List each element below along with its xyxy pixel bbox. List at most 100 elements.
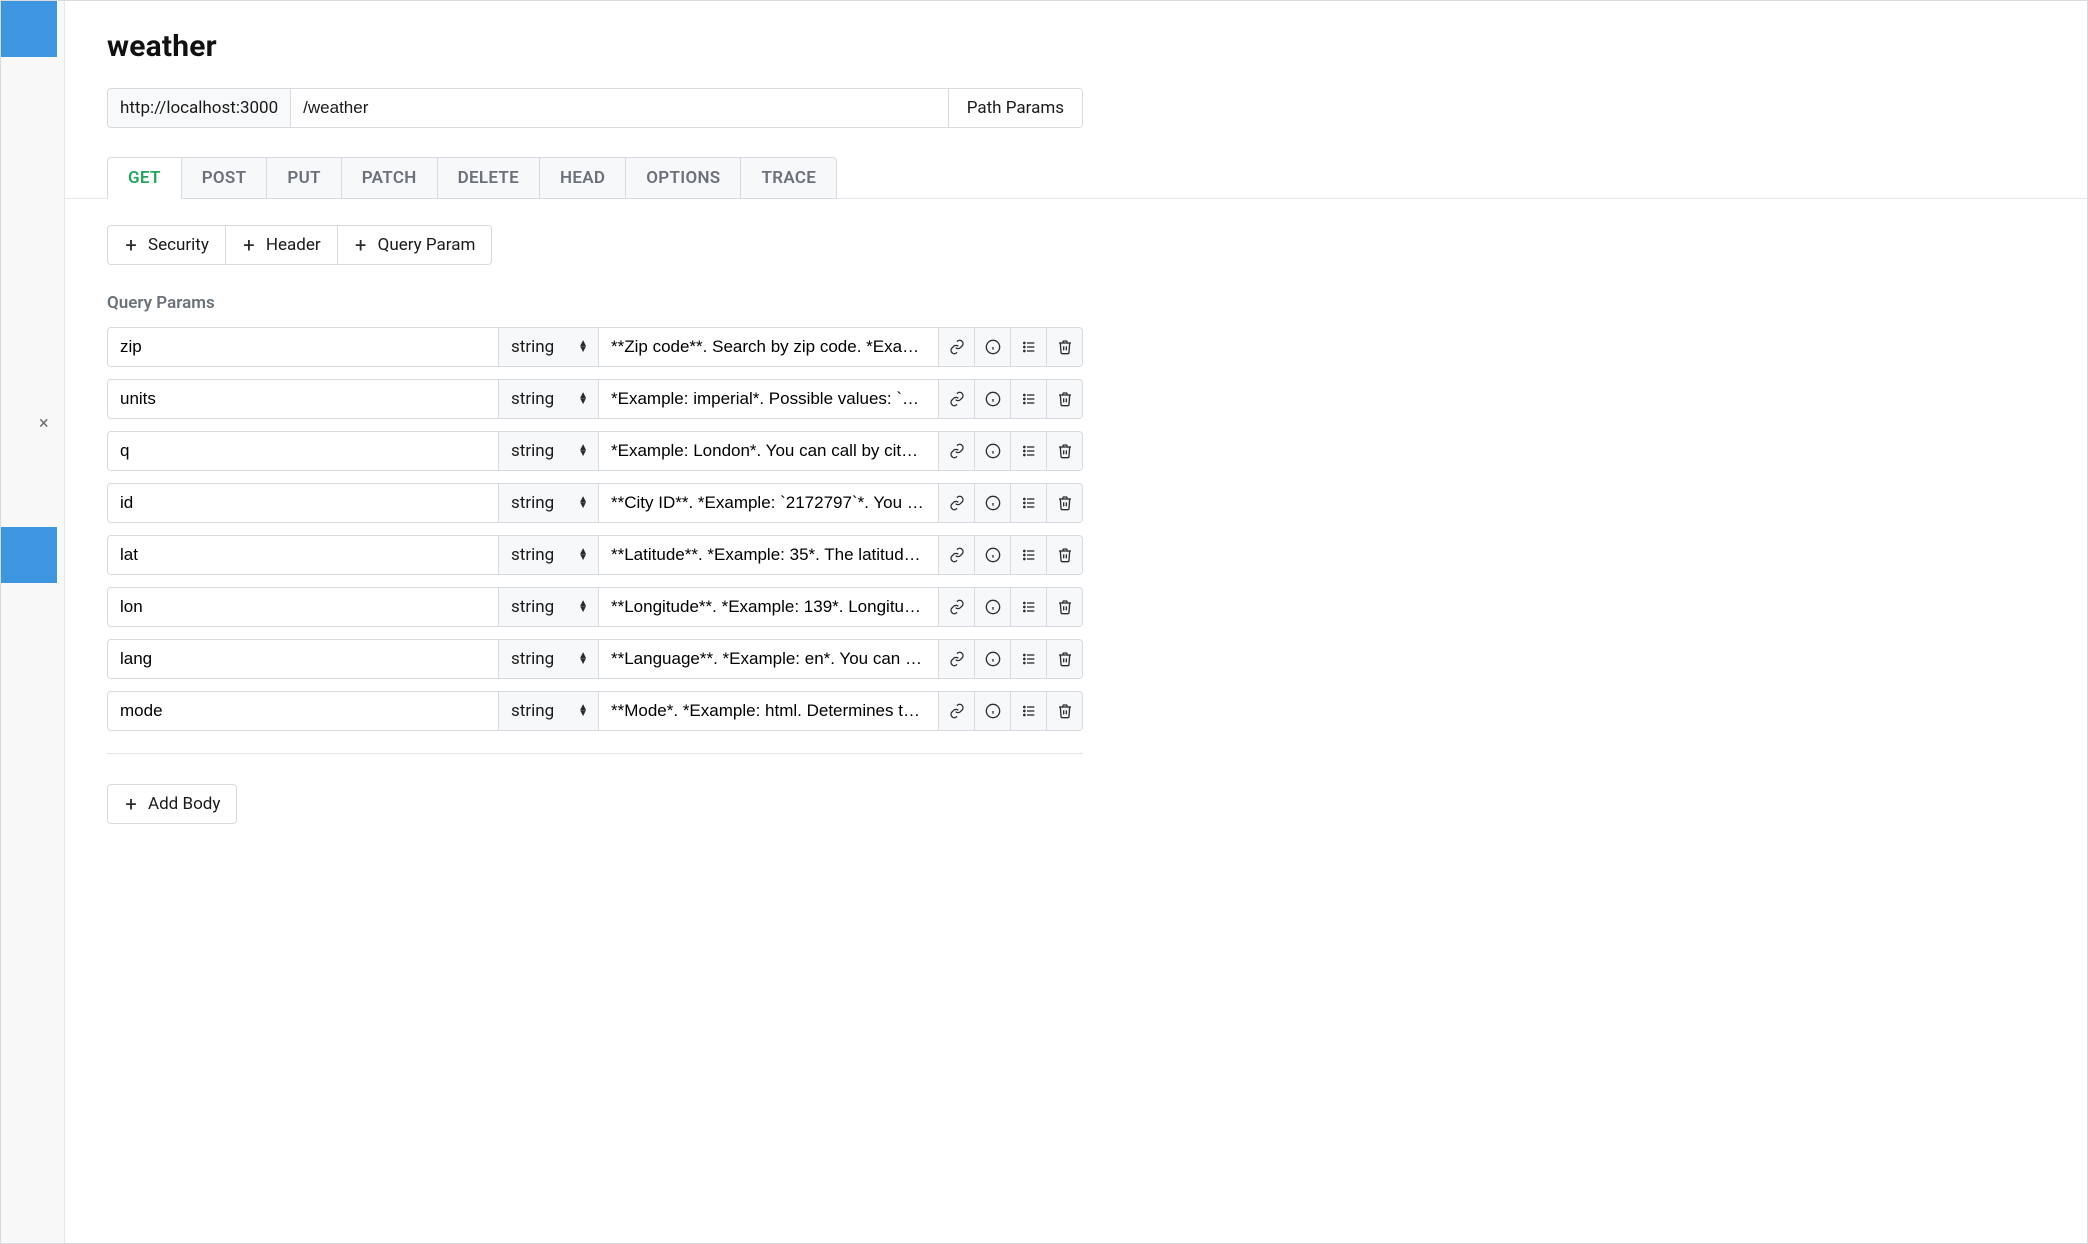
sort-icon: ▲▼ <box>578 653 588 665</box>
link-icon[interactable] <box>939 639 975 679</box>
method-tab-post[interactable]: POST <box>182 157 268 199</box>
link-icon[interactable] <box>939 535 975 575</box>
sort-icon: ▲▼ <box>578 705 588 717</box>
trash-icon[interactable] <box>1047 379 1083 419</box>
trash-icon[interactable] <box>1047 691 1083 731</box>
param-name-input[interactable] <box>107 639 499 679</box>
trash-icon[interactable] <box>1047 587 1083 627</box>
link-icon[interactable] <box>939 691 975 731</box>
rail-item-top[interactable] <box>1 1 57 57</box>
info-icon[interactable] <box>975 639 1011 679</box>
link-icon[interactable] <box>939 431 975 471</box>
param-type-select[interactable]: string▲▼ <box>499 587 599 627</box>
param-row: string▲▼ <box>107 535 1083 575</box>
param-type-select[interactable]: string▲▼ <box>499 327 599 367</box>
param-type-select[interactable]: string▲▼ <box>499 431 599 471</box>
link-icon[interactable] <box>939 587 975 627</box>
method-tab-trace[interactable]: TRACE <box>741 157 837 199</box>
method-tab-patch[interactable]: PATCH <box>342 157 438 199</box>
close-icon[interactable]: × <box>39 413 49 434</box>
path-params-button[interactable]: Path Params <box>948 88 1083 128</box>
param-desc-input[interactable] <box>599 483 939 523</box>
plus-icon: + <box>124 233 138 257</box>
query-params-list: string▲▼ string▲▼ string▲▼ string▲▼ string▲▼… <box>107 327 1083 731</box>
list-icon[interactable] <box>1011 431 1047 471</box>
param-desc-input[interactable] <box>599 379 939 419</box>
sort-icon: ▲▼ <box>578 445 588 457</box>
link-icon[interactable] <box>939 379 975 419</box>
list-icon[interactable] <box>1011 587 1047 627</box>
plus-icon: + <box>242 233 256 257</box>
param-row: string▲▼ <box>107 431 1083 471</box>
param-name-input[interactable] <box>107 691 499 731</box>
trash-icon[interactable] <box>1047 483 1083 523</box>
param-desc-input[interactable] <box>599 639 939 679</box>
param-desc-input[interactable] <box>599 691 939 731</box>
info-icon[interactable] <box>975 691 1011 731</box>
info-icon[interactable] <box>975 431 1011 471</box>
info-icon[interactable] <box>975 379 1011 419</box>
param-name-input[interactable] <box>107 431 499 471</box>
method-tabs: GETPOSTPUTPATCHDELETEHEADOPTIONSTRACE <box>65 157 1125 199</box>
sort-icon: ▲▼ <box>578 393 588 405</box>
param-desc-input[interactable] <box>599 535 939 575</box>
content-area: + Security + Header + Query Param Query … <box>65 199 1125 1243</box>
link-icon[interactable] <box>939 483 975 523</box>
sort-icon: ▲▼ <box>578 341 588 353</box>
list-icon[interactable] <box>1011 535 1047 575</box>
param-row: string▲▼ <box>107 691 1083 731</box>
list-icon[interactable] <box>1011 691 1047 731</box>
sort-icon: ▲▼ <box>578 601 588 613</box>
list-icon[interactable] <box>1011 639 1047 679</box>
method-tab-get[interactable]: GET <box>107 157 182 199</box>
method-tab-head[interactable]: HEAD <box>540 157 626 199</box>
info-icon[interactable] <box>975 483 1011 523</box>
param-name-input[interactable] <box>107 483 499 523</box>
list-icon[interactable] <box>1011 379 1047 419</box>
param-desc-input[interactable] <box>599 587 939 627</box>
param-type-select[interactable]: string▲▼ <box>499 691 599 731</box>
add-header-button[interactable]: + Header <box>226 225 338 265</box>
app-root: × weather http://localhost:3000 Path Par… <box>1 1 2087 1243</box>
param-name-input[interactable] <box>107 379 499 419</box>
method-tab-put[interactable]: PUT <box>267 157 341 199</box>
method-tabs-wrap: GETPOSTPUTPATCHDELETEHEADOPTIONSTRACE <box>65 156 2087 199</box>
add-body-label: Add Body <box>148 794 220 814</box>
sort-icon: ▲▼ <box>578 497 588 509</box>
main-panel: weather http://localhost:3000 Path Param… <box>65 1 2087 1243</box>
param-desc-input[interactable] <box>599 327 939 367</box>
trash-icon[interactable] <box>1047 431 1083 471</box>
param-desc-input[interactable] <box>599 431 939 471</box>
add-security-button[interactable]: + Security <box>107 225 226 265</box>
trash-icon[interactable] <box>1047 639 1083 679</box>
sort-icon: ▲▼ <box>578 549 588 561</box>
info-icon[interactable] <box>975 535 1011 575</box>
list-icon[interactable] <box>1011 483 1047 523</box>
path-input[interactable] <box>291 88 948 128</box>
list-icon[interactable] <box>1011 327 1047 367</box>
add-body-button[interactable]: + Add Body <box>107 784 237 824</box>
add-header-label: Header <box>266 235 321 255</box>
page-title: weather <box>107 29 1083 64</box>
query-params-section-label: Query Params <box>107 293 1083 313</box>
param-name-input[interactable] <box>107 535 499 575</box>
param-type-select[interactable]: string▲▼ <box>499 379 599 419</box>
info-icon[interactable] <box>975 587 1011 627</box>
param-name-input[interactable] <box>107 327 499 367</box>
param-name-input[interactable] <box>107 587 499 627</box>
param-type-select[interactable]: string▲▼ <box>499 535 599 575</box>
trash-icon[interactable] <box>1047 327 1083 367</box>
link-icon[interactable] <box>939 327 975 367</box>
info-icon[interactable] <box>975 327 1011 367</box>
method-tab-options[interactable]: OPTIONS <box>626 157 741 199</box>
add-query-param-button[interactable]: + Query Param <box>338 225 493 265</box>
param-type-select[interactable]: string▲▼ <box>499 483 599 523</box>
trash-icon[interactable] <box>1047 535 1083 575</box>
header-band: weather http://localhost:3000 Path Param… <box>65 1 1125 128</box>
method-tab-delete[interactable]: DELETE <box>438 157 540 199</box>
param-type-select[interactable]: string▲▼ <box>499 639 599 679</box>
param-row: string▲▼ <box>107 327 1083 367</box>
base-url-chip[interactable]: http://localhost:3000 <box>107 88 291 128</box>
add-buttons-row: + Security + Header + Query Param <box>107 225 1083 265</box>
rail-item-active[interactable] <box>1 527 57 583</box>
